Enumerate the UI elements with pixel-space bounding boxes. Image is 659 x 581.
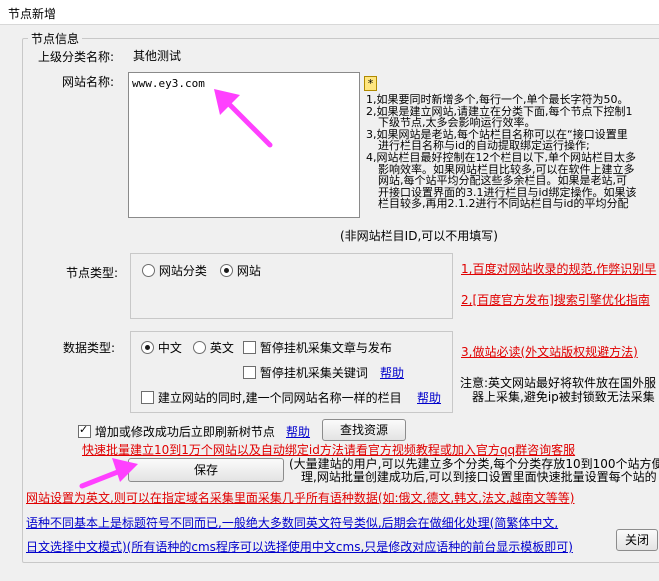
save-button[interactable]: 保存 [128, 458, 284, 482]
checkbox-box [243, 366, 256, 379]
hint-marker: * [364, 76, 377, 91]
group-title: 节点信息 [28, 30, 83, 47]
checkbox-box-checked [78, 423, 91, 438]
radio-site-category[interactable]: 网站分类 [142, 262, 207, 279]
close-button[interactable]: 关闭 [616, 529, 658, 551]
english-site-note: 注意:英文网站最好将软件放在国外服 器上采集,避免ip被封锁致无法采集 [460, 376, 657, 404]
radio-site[interactable]: 网站 [220, 262, 261, 279]
parent-value-field: 其他测试 [128, 44, 360, 64]
language-note-1[interactable]: 语种不同基本上是标题符号不同而已,一般绝大多数同英文符号类似,后期会在做细化处理… [26, 514, 558, 531]
parent-value: 其他测试 [133, 49, 182, 63]
radio-circle-selected [141, 341, 154, 354]
radio-chinese[interactable]: 中文 [141, 339, 182, 356]
help-link-keywords[interactable]: 帮助 [380, 364, 404, 381]
checkbox-box [243, 341, 256, 354]
title-bar: 节点新增 [0, 0, 659, 25]
foreign-site-guide-link[interactable]: 3,做站必读(外文站版权规避方法) [461, 343, 638, 360]
baidu-seo-guide-link[interactable]: 2,[百度官方发布]搜索引擎优化指南 [461, 291, 650, 308]
same-column-checkbox[interactable]: 建立网站的同时,建一个同网站名称一样的栏目 [141, 389, 402, 406]
window-title: 节点新增 [8, 7, 57, 21]
data-type-panel: 中文 英文 暂停挂机采集文章与发布 暂停挂机采集关键词 帮助 建立网站的同时,建… [130, 331, 453, 413]
annotation-arrow-icon [214, 89, 273, 148]
radio-circle-selected [220, 264, 233, 277]
site-hints: 1,如果要同时新增多个,每行一个,单个最长字符为50。 2,如果是建立网站,请建… [366, 93, 637, 211]
radio-circle [142, 264, 155, 277]
site-name-note: (非网站栏目ID,可以不用填写) [340, 229, 498, 243]
annotation-arrow-icon [79, 458, 138, 489]
site-name-label: 网站名称: [62, 75, 115, 89]
checkbox-box [141, 391, 154, 404]
baidu-rules-link[interactable]: 1,百度对网站收录的规范,作弊识别早 [461, 260, 656, 277]
data-type-label: 数据类型: [63, 341, 116, 355]
help-link-refresh[interactable]: 帮助 [286, 423, 310, 440]
node-type-panel: 网站分类 网站 [130, 253, 453, 319]
help-link-column[interactable]: 帮助 [417, 389, 441, 406]
save-note: (大量建站的用户,可以先建立多个分类,每个分类存放10到100个站方便 理,网站… [289, 457, 659, 484]
pause-keywords-checkbox[interactable]: 暂停挂机采集关键词 [243, 364, 368, 381]
find-resource-button[interactable]: 查找资源 [322, 419, 406, 441]
language-note-2[interactable]: 日文选择中文模式)(所有语种的cms程序可以选择使用中文cms,只是修改对应语种… [26, 538, 573, 555]
radio-circle [193, 341, 206, 354]
radio-english[interactable]: 英文 [193, 339, 234, 356]
pause-publish-checkbox[interactable]: 暂停挂机采集文章与发布 [243, 339, 392, 356]
site-name-value: www.ey3.com [132, 77, 205, 90]
parent-label: 上级分类名称: [38, 50, 115, 64]
batch-site-promo-link[interactable]: 快速批量建立10到1万个网站以及自动绑定id方法请看官方视频教程或加入官方qq群… [82, 441, 575, 458]
refresh-tree-checkbox[interactable]: 增加或修改成功后立即刷新树节点 [78, 423, 275, 440]
node-type-label: 节点类型: [66, 266, 119, 280]
